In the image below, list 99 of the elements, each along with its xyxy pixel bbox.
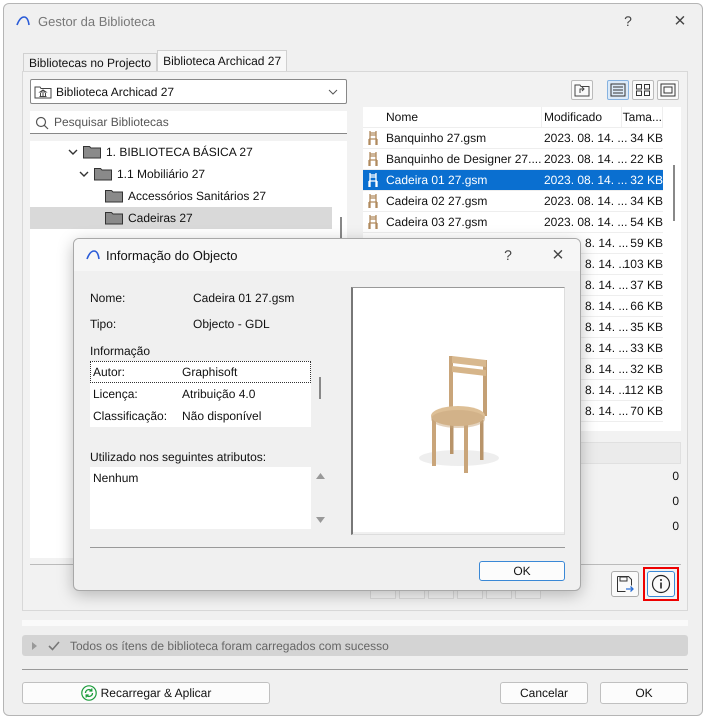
file-row[interactable]: Banquinho 27.gsm 2023. 08. 14. ... 34 KB (363, 128, 663, 149)
file-name: Banquinho de Designer 27.... (386, 152, 542, 166)
cancel-button[interactable]: Cancelar (500, 682, 588, 704)
window-title: Gestor da Biblioteca (38, 14, 156, 28)
tab[interactable]: Biblioteca Archicad 27 (157, 50, 288, 71)
file-size: 33 KB (630, 341, 663, 355)
tree-item[interactable]: 1.1 Mobiliário 27 (30, 163, 332, 185)
detail-value: 0 (671, 518, 680, 535)
file-size: 32 KB (630, 362, 663, 376)
file-size: 103 KB (624, 257, 663, 271)
list-view-icon (610, 83, 626, 97)
chevron-down-icon (328, 88, 338, 94)
refresh-icon (80, 685, 97, 701)
chair-icon (367, 214, 379, 230)
help-button[interactable]: ? (606, 6, 650, 36)
file-size: 35 KB (630, 320, 663, 334)
file-size: 37 KB (630, 278, 663, 292)
modified-date: 8. 14. ... (585, 320, 628, 334)
modified-date: 8. 14. ... (585, 278, 628, 292)
tab[interactable]: Bibliotecas no Projecto (23, 53, 158, 71)
file-size: 32 KB (630, 173, 663, 187)
help-button[interactable]: ? (486, 240, 530, 270)
modified-date: 8. 14. ... (585, 236, 628, 250)
column-header[interactable]: Tama... (622, 107, 663, 128)
info-row[interactable]: Autor: Graphisoft (90, 361, 312, 383)
file-size: 34 KB (630, 131, 663, 145)
field-value: Cadeira 01 27.gsm (193, 291, 294, 305)
ok-button[interactable]: OK (600, 682, 688, 704)
detail-value: 0 (671, 468, 680, 485)
folder-icon (105, 189, 123, 203)
library-folder-icon (34, 84, 52, 98)
file-size: 112 KB (624, 383, 663, 397)
reload-apply-button[interactable]: Recarregar & Aplicar (22, 682, 270, 704)
section-heading: Utilizado nos seguintes atributos: (90, 449, 268, 466)
scrollbar-thumb[interactable] (319, 377, 322, 399)
file-name: Banquinho 27.gsm (386, 131, 486, 145)
detail-value: 0 (671, 493, 680, 510)
column-header[interactable]: Modificado (542, 107, 622, 128)
file-size: 22 KB (630, 152, 663, 166)
scrollbar-thumb[interactable] (673, 165, 675, 221)
file-name: Cadeira 02 27.gsm (386, 194, 488, 208)
section-heading: Informação (90, 343, 152, 360)
file-size: 66 KB (630, 299, 663, 313)
view-mode-button[interactable] (632, 80, 654, 100)
modified-date: 2023. 08. 14. ... (544, 152, 628, 166)
new-folder-button[interactable] (571, 80, 593, 100)
arc-logo-icon (86, 250, 100, 260)
folder-icon (94, 167, 112, 181)
status-message: Todos os ítens de biblioteca foram carregados com sucesso (70, 638, 389, 652)
modified-date: 8. 14. ... (585, 362, 628, 376)
library-dropdown[interactable]: Biblioteca Archicad 27 (30, 79, 347, 104)
info-icon (651, 574, 671, 594)
file-size: 70 KB (630, 404, 663, 418)
file-name: Cadeira 01 27.gsm (386, 173, 488, 187)
ok-button[interactable]: OK (479, 561, 565, 581)
view-mode-button[interactable] (607, 80, 629, 100)
info-row[interactable]: Licença: Atribuição 4.0 (90, 383, 312, 405)
close-button[interactable]: × (536, 240, 580, 270)
modified-date: 8. 14. ... (585, 404, 628, 418)
modified-date: 2023. 08. 14. ... (544, 131, 628, 145)
file-row[interactable]: Cadeira 01 27.gsm 2023. 08. 14. ... 32 KB (363, 170, 663, 191)
info-row[interactable]: Classificação: Não disponível (90, 405, 312, 427)
tree-item[interactable]: Cadeiras 27 (30, 207, 332, 229)
modified-date: 2023. 08. 14. ... (544, 173, 628, 187)
file-size: 54 KB (630, 215, 663, 229)
file-name: Cadeira 03 27.gsm (386, 215, 488, 229)
field-value: Objecto - GDL (193, 317, 270, 331)
status-bar[interactable]: Todos os ítens de biblioteca foram carregados com sucesso (22, 635, 688, 656)
tree-item[interactable]: 1. BIBLIOTECA BÁSICA 27 (30, 141, 332, 163)
attribute-item: Nenhum (93, 471, 140, 485)
folder-icon (105, 211, 123, 225)
modified-date: 2023. 08. 14. ... (544, 194, 628, 208)
field-label: Tipo: (90, 317, 118, 331)
file-row[interactable]: Cadeira 03 27.gsm 2023. 08. 14. ... 54 KB (363, 212, 663, 233)
chair-icon (367, 172, 379, 188)
chair-icon (367, 130, 379, 146)
floppy-disk-icon (616, 575, 634, 593)
dialog-title: Informação do Objecto (106, 248, 238, 262)
folder-icon (83, 145, 101, 159)
search-field[interactable]: Pesquisar Bibliotecas (30, 111, 347, 134)
chair-icon (367, 193, 379, 209)
checkmark-icon (48, 640, 60, 650)
file-row[interactable]: Cadeira 02 27.gsm 2023. 08. 14. ... 34 KB (363, 191, 663, 212)
file-size: 34 KB (630, 194, 663, 208)
arc-logo-icon (16, 16, 30, 26)
tree-item[interactable]: Accessórios Sanitários 27 (30, 185, 332, 207)
preview-view-icon (660, 83, 676, 97)
chair-icon (367, 151, 379, 167)
folder-arrow-icon (574, 83, 590, 97)
field-label: Nome: (90, 291, 126, 305)
view-mode-button[interactable] (657, 80, 679, 100)
save-library-button[interactable] (611, 571, 639, 597)
column-header[interactable]: Nome (383, 107, 542, 128)
close-button[interactable]: × (658, 6, 702, 36)
modified-date: 8. 14. ... (585, 299, 628, 313)
modified-date: 8. 14. ... (585, 341, 628, 355)
modified-date: 2023. 08. 14. ... (544, 215, 628, 229)
file-size: 59 KB (630, 236, 663, 250)
grid-view-icon (635, 83, 651, 97)
